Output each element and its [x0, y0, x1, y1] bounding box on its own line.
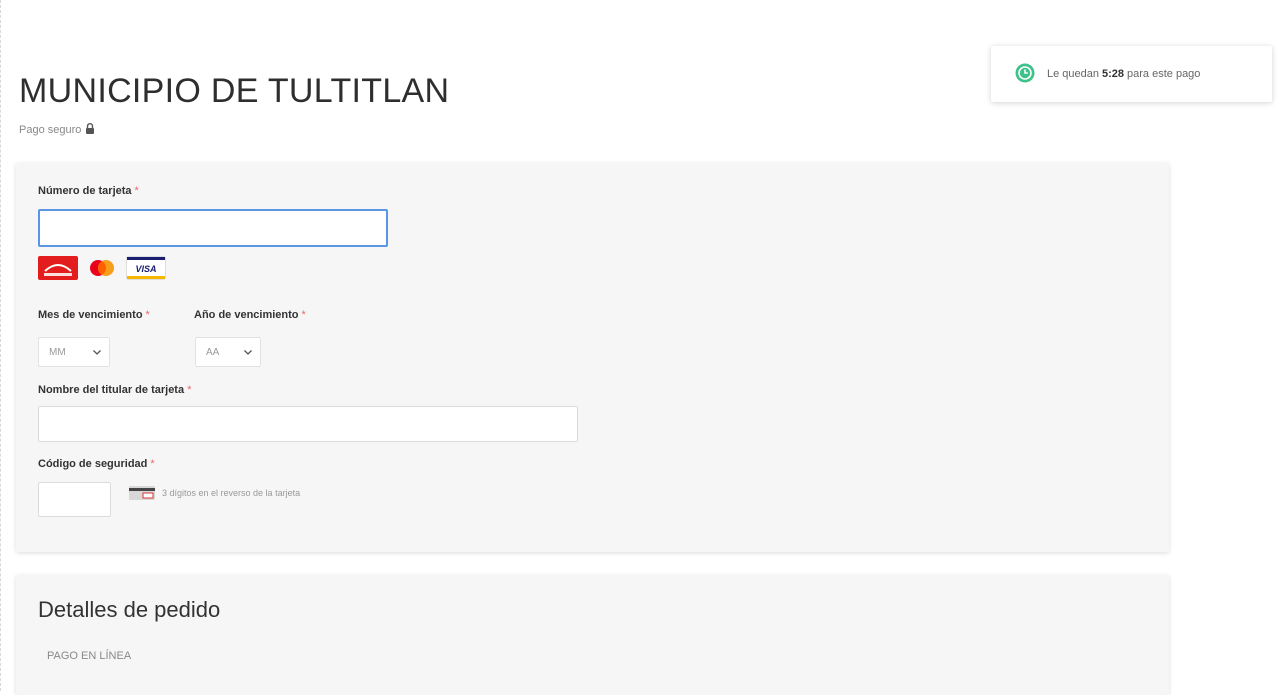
- order-details-title: Detalles de pedido: [38, 597, 221, 622]
- expiry-year-value: AA: [206, 346, 220, 358]
- expiry-year-label: Año de vencimiento *: [194, 309, 306, 321]
- payment-timer: Le quedan 5:28 para este pago: [991, 46, 1272, 102]
- visa-logo-icon: VISA: [126, 256, 166, 285]
- card-number-input[interactable]: [38, 209, 388, 247]
- cardholder-name-label: Nombre del titular de tarjeta *: [38, 384, 192, 396]
- cardholder-name-input[interactable]: [38, 406, 578, 442]
- clock-icon: [1015, 63, 1035, 86]
- chevron-down-icon: [244, 347, 252, 358]
- security-code-help-text: 3 dígitos en el reverso de la tarjeta: [162, 488, 301, 498]
- page-left-border: [0, 0, 2, 691]
- card-payment-form: Número de tarjeta * VISA Mes de vencimie…: [16, 163, 1169, 552]
- security-code-input[interactable]: [38, 482, 111, 517]
- security-code-label: Código de seguridad *: [38, 458, 155, 470]
- page-title: MUNICIPIO DE TULTITLAN: [19, 72, 450, 110]
- timer-suffix: para este pago: [1127, 68, 1201, 80]
- expiry-month-value: MM: [49, 346, 66, 358]
- secure-payment-label: Pago seguro: [19, 124, 82, 136]
- expiry-month-label: Mes de vencimiento *: [38, 309, 150, 321]
- mastercard-logo-icon: [87, 258, 117, 283]
- lock-icon: [85, 123, 95, 137]
- chevron-down-icon: [93, 347, 101, 358]
- timer-time: 5:28: [1102, 68, 1125, 80]
- card-number-label: Número de tarjeta *: [38, 185, 139, 197]
- secure-payment-note: Pago seguro: [19, 123, 95, 137]
- accepted-card-brands: VISA: [38, 256, 166, 285]
- visa-logo-text: VISA: [135, 264, 156, 274]
- order-details-panel: Detalles de pedido PAGO EN LÍNEA: [16, 575, 1169, 695]
- expiry-month-select[interactable]: MM: [38, 337, 110, 367]
- expiry-year-select[interactable]: AA: [195, 337, 261, 367]
- timer-prefix: Le quedan: [1047, 68, 1099, 80]
- order-item: PAGO EN LÍNEA: [47, 650, 132, 662]
- carnet-logo-icon: [38, 256, 78, 285]
- security-code-help: 3 dígitos en el reverso de la tarjeta: [129, 486, 319, 504]
- card-back-icon: [129, 486, 155, 504]
